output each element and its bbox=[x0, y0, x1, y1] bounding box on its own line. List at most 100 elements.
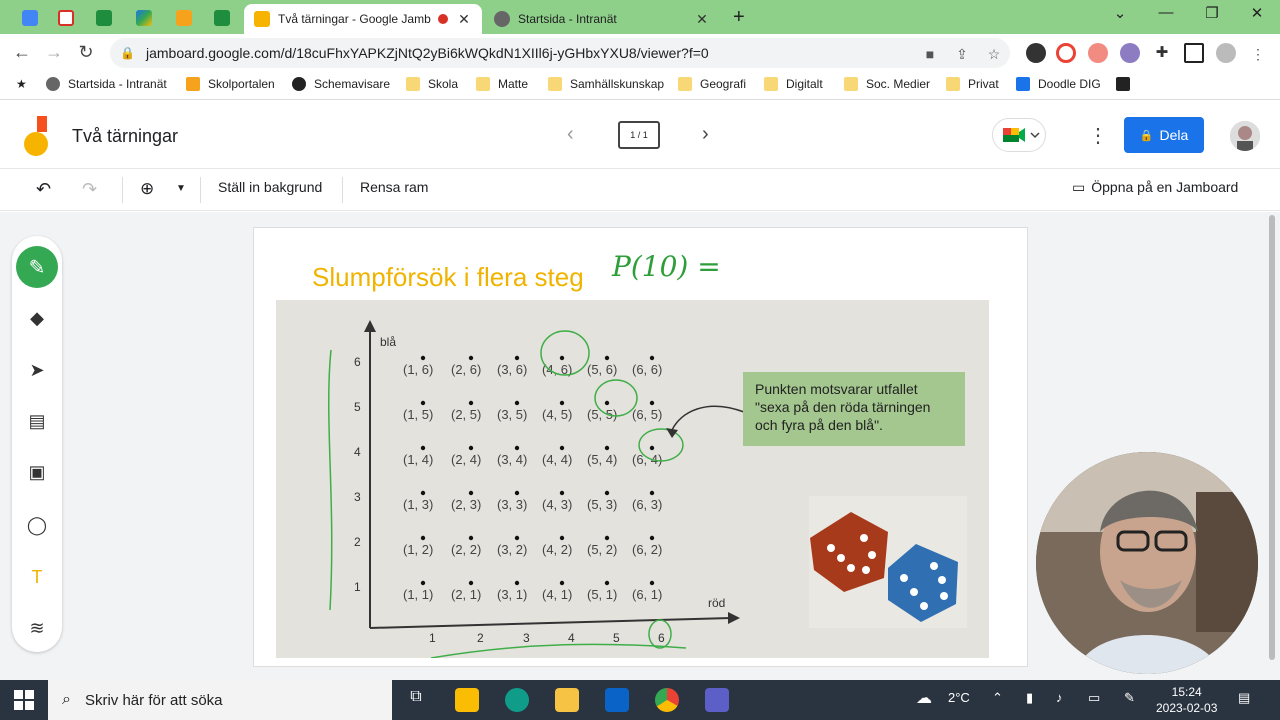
sticky-note-icon[interactable]: ▤ bbox=[25, 409, 49, 433]
bookmark-folder[interactable]: Digitalt bbox=[764, 77, 823, 91]
pinned-tab-drive[interactable] bbox=[126, 5, 162, 30]
frame-indicator[interactable]: 1 / 1 bbox=[618, 121, 660, 149]
back-icon[interactable]: ← bbox=[10, 42, 34, 63]
outcome-point bbox=[514, 580, 520, 586]
jamboard-logo bbox=[24, 116, 48, 156]
address-bar[interactable]: 🔒 jamboard.google.com/d/18cuFhxYAPKZjNtQ… bbox=[110, 38, 1010, 68]
restore-icon[interactable]: ❐ bbox=[1192, 4, 1232, 22]
star-icon[interactable]: ☆ bbox=[984, 46, 1004, 63]
camera-icon[interactable]: ■ bbox=[920, 46, 940, 62]
task-view-icon[interactable]: ⧉ bbox=[404, 688, 428, 712]
vertical-scrollbar[interactable] bbox=[1269, 215, 1275, 660]
notifications-icon[interactable]: ▤ bbox=[1238, 690, 1250, 706]
zoom-icon[interactable]: ⊕ bbox=[140, 179, 154, 199]
profile-avatar[interactable] bbox=[1216, 43, 1236, 63]
close-icon[interactable]: ✕ bbox=[456, 11, 472, 28]
close-icon[interactable]: ✕ bbox=[694, 11, 710, 28]
clock[interactable]: 15:24 2023-02-03 bbox=[1156, 684, 1217, 716]
bookmark-item[interactable]: Startsida - Intranät bbox=[46, 77, 167, 91]
bookmark-folder[interactable]: Skola bbox=[406, 77, 458, 91]
pinned-tab-calendar[interactable] bbox=[12, 5, 48, 30]
extension-icon[interactable] bbox=[1026, 43, 1046, 63]
new-tab-button[interactable]: + bbox=[733, 6, 745, 29]
grid-icon bbox=[176, 9, 192, 26]
outcome-point bbox=[649, 490, 655, 496]
next-frame-icon[interactable]: › bbox=[702, 123, 709, 146]
forward-icon[interactable]: → bbox=[42, 42, 66, 63]
teams-icon[interactable] bbox=[705, 688, 729, 712]
taskbar-search[interactable]: ⌕ Skriv här för att söka bbox=[48, 680, 392, 720]
browser-toolbar: ← → ↻ 🔒 jamboard.google.com/d/18cuFhxYAP… bbox=[0, 34, 1280, 72]
chrome-extension-icon[interactable] bbox=[1056, 43, 1076, 63]
minimize-icon[interactable]: — bbox=[1146, 4, 1186, 21]
bookmark-folder[interactable]: Privat bbox=[946, 77, 999, 91]
clear-frame-button[interactable]: Rensa ram bbox=[360, 179, 428, 195]
battery-icon[interactable]: ▭ bbox=[1088, 690, 1100, 706]
screencast-icon[interactable] bbox=[1088, 43, 1108, 63]
laser-icon[interactable]: ≋ bbox=[25, 616, 49, 640]
more-options-icon[interactable]: ⋮ bbox=[1088, 123, 1108, 148]
doodle-icon bbox=[1016, 77, 1030, 91]
bookmark-folder[interactable]: Geografi bbox=[678, 77, 746, 91]
bookmark-item[interactable]: Schemavisare bbox=[292, 77, 390, 91]
pen-input-icon[interactable]: ✎ bbox=[1124, 690, 1135, 706]
store-icon[interactable] bbox=[455, 688, 479, 712]
share-page-icon[interactable]: ⇪ bbox=[952, 46, 972, 63]
avatar[interactable] bbox=[1230, 121, 1260, 151]
chevron-down-icon[interactable]: ▼ bbox=[176, 183, 186, 194]
outcome-point bbox=[420, 355, 426, 361]
pinned-tab-gmail[interactable] bbox=[48, 5, 84, 30]
windows-start-icon[interactable] bbox=[14, 690, 34, 710]
microphone-icon[interactable]: ▮ bbox=[1026, 690, 1033, 706]
outcome-point bbox=[468, 490, 474, 496]
tab-intranet[interactable]: Startsida - Intranät ✕ bbox=[484, 4, 720, 34]
previous-frame-icon[interactable]: ‹ bbox=[567, 123, 574, 146]
bookmark-item[interactable] bbox=[1116, 77, 1138, 91]
outcome-point bbox=[649, 580, 655, 586]
volume-icon[interactable]: ♪ bbox=[1056, 690, 1063, 705]
bookmark-folder[interactable]: Matte bbox=[476, 77, 528, 91]
x-tick-label: 5 bbox=[613, 631, 620, 645]
puzzle-icon[interactable]: ✚ bbox=[1152, 43, 1172, 63]
outlook-icon[interactable] bbox=[605, 688, 629, 712]
set-background-button[interactable]: Ställ in bakgrund bbox=[218, 179, 322, 195]
open-in-jamboard-button[interactable]: ▭ Öppna på en Jamboard bbox=[1072, 179, 1238, 196]
edge-icon[interactable] bbox=[505, 688, 529, 712]
outcome-point bbox=[420, 580, 426, 586]
snowflake-icon[interactable] bbox=[1120, 43, 1140, 63]
chevron-down-icon[interactable]: ⌄ bbox=[1100, 4, 1140, 22]
outcome-label: (5, 2) bbox=[587, 542, 617, 557]
close-window-icon[interactable]: ✕ bbox=[1237, 4, 1277, 22]
chevron-up-icon[interactable]: ⌃ bbox=[992, 690, 1003, 706]
share-button[interactable]: 🔒 Dela bbox=[1124, 117, 1204, 153]
file-explorer-icon[interactable] bbox=[555, 688, 579, 712]
menu-icon[interactable]: ⋮ bbox=[1248, 46, 1268, 63]
outcome-label: (2, 1) bbox=[451, 587, 481, 602]
bookmarks-star-icon[interactable]: ★ bbox=[16, 77, 27, 91]
text-box-icon[interactable]: T bbox=[25, 565, 49, 589]
pinned-tab-classroom[interactable] bbox=[86, 5, 122, 30]
bookmark-item[interactable]: Doodle DIG bbox=[1016, 77, 1101, 91]
weather-icon[interactable]: ☁ bbox=[916, 688, 932, 708]
tab-jamboard[interactable]: Två tärningar - Google Jamb ✕ bbox=[244, 4, 482, 34]
calendar-icon bbox=[22, 9, 38, 26]
side-panel-icon[interactable] bbox=[1184, 43, 1204, 63]
school-icon bbox=[494, 11, 510, 27]
circle-icon[interactable]: ◯ bbox=[25, 513, 49, 537]
bookmark-folder[interactable]: Samhällskunskap bbox=[548, 77, 664, 91]
image-icon[interactable]: ▣ bbox=[25, 460, 49, 484]
select-icon[interactable]: ➤ bbox=[25, 358, 49, 382]
undo-icon[interactable]: ↶ bbox=[36, 179, 51, 200]
meet-button[interactable] bbox=[992, 118, 1046, 152]
reload-icon[interactable]: ↻ bbox=[74, 42, 98, 63]
eraser-icon[interactable]: ◆ bbox=[25, 306, 49, 330]
temperature[interactable]: 2°C bbox=[948, 690, 970, 705]
pinned-tab-schoolsoft[interactable] bbox=[166, 5, 202, 30]
pinned-tab-classroom-2[interactable] bbox=[204, 5, 240, 30]
redo-icon[interactable]: ↷ bbox=[82, 179, 97, 200]
bookmark-folder[interactable]: Soc. Medier bbox=[844, 77, 930, 91]
bookmark-item[interactable]: Skolportalen bbox=[186, 77, 275, 91]
outcome-point bbox=[604, 535, 610, 541]
pen-icon[interactable]: ✎ bbox=[16, 246, 58, 288]
chrome-icon[interactable] bbox=[655, 688, 679, 712]
